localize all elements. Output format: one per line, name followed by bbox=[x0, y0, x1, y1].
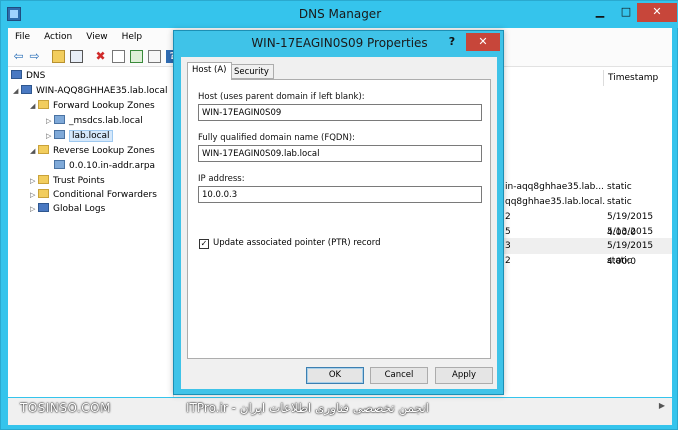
host-a-tab-panel: Host (uses parent domain if left blank):… bbox=[187, 79, 491, 359]
fqdn-label: Fully qualified domain name (FQDN): bbox=[198, 133, 355, 143]
properties-dialog: WIN-17EAGIN0S09 Properties ? ✕ Host (A) … bbox=[173, 30, 504, 395]
tree-item-dns[interactable]: DNS bbox=[11, 69, 45, 83]
update-ptr-checkbox[interactable]: ✓ bbox=[199, 239, 209, 249]
window-title: DNS Manager bbox=[298, 7, 382, 21]
tab-security[interactable]: Security bbox=[229, 64, 274, 79]
watermark-right: انجمن تخصصی فناوری اطلاعات ایران - ITPro… bbox=[186, 401, 429, 415]
collapse-arrow-icon[interactable]: ▷ bbox=[46, 129, 54, 143]
tree-item-lab-local[interactable]: ▷ lab.local bbox=[46, 129, 113, 143]
tree-item-msdcs[interactable]: ▷ _msdcs.lab.local bbox=[46, 114, 143, 128]
back-arrow-icon[interactable]: ⇦ bbox=[12, 50, 25, 63]
dialog-close-button[interactable]: ✕ bbox=[466, 33, 500, 51]
expand-arrow-icon[interactable]: ◢ bbox=[30, 144, 38, 158]
ip-address-label: IP address: bbox=[198, 174, 245, 184]
apply-button[interactable]: Apply bbox=[435, 367, 493, 384]
fqdn-input[interactable] bbox=[198, 145, 482, 162]
host-input[interactable] bbox=[198, 104, 482, 121]
update-ptr-label[interactable]: Update associated pointer (PTR) record bbox=[213, 238, 380, 248]
window-titlebar[interactable]: DNS Manager ▁ □ ✕ bbox=[1, 1, 678, 28]
ip-address-input[interactable] bbox=[198, 186, 482, 203]
dns-icon bbox=[11, 70, 22, 79]
logs-icon bbox=[38, 203, 49, 212]
maximize-button[interactable]: □ bbox=[613, 3, 639, 22]
collapse-arrow-icon[interactable]: ▷ bbox=[30, 174, 38, 188]
refresh-icon[interactable] bbox=[130, 50, 143, 63]
menu-help[interactable]: Help bbox=[115, 32, 150, 42]
tab-host-a[interactable]: Host (A) bbox=[187, 62, 232, 80]
collapse-arrow-icon[interactable]: ▷ bbox=[46, 114, 54, 128]
close-button[interactable]: ✕ bbox=[637, 3, 677, 22]
minimize-button[interactable]: ▁ bbox=[587, 3, 613, 22]
tree-item-reverse-zone[interactable]: 0.0.10.in-addr.arpa bbox=[54, 159, 155, 173]
tree-item-trust-points[interactable]: ▷ Trust Points bbox=[30, 174, 105, 188]
zone-icon bbox=[54, 130, 65, 139]
column-header-timestamp[interactable]: Timestamp bbox=[603, 70, 678, 86]
export-icon[interactable] bbox=[148, 50, 161, 63]
menu-view[interactable]: View bbox=[79, 32, 114, 42]
zone-icon bbox=[54, 160, 65, 169]
menu-file[interactable]: File bbox=[8, 32, 37, 42]
menu-action[interactable]: Action bbox=[37, 32, 79, 42]
folder-icon bbox=[38, 100, 49, 109]
scroll-right-icon[interactable]: ▶ bbox=[656, 401, 668, 413]
watermark-left: TOSINSO.COM bbox=[20, 401, 111, 415]
cancel-button[interactable]: Cancel bbox=[370, 367, 428, 384]
expand-arrow-icon[interactable]: ◢ bbox=[30, 99, 38, 113]
dialog-help-button[interactable]: ? bbox=[441, 33, 463, 51]
show-tree-icon[interactable] bbox=[70, 50, 83, 63]
collapse-arrow-icon[interactable]: ▷ bbox=[30, 202, 38, 216]
tree-item-server[interactable]: ◢ WIN-AQQ8GHHAE35.lab.local bbox=[13, 84, 167, 98]
zone-icon bbox=[54, 115, 65, 124]
up-folder-icon[interactable] bbox=[52, 50, 65, 63]
delete-icon[interactable]: ✖ bbox=[94, 50, 107, 63]
tree-item-global-logs[interactable]: ▷ Global Logs bbox=[30, 202, 105, 216]
collapse-arrow-icon[interactable]: ▷ bbox=[30, 188, 38, 202]
expand-arrow-icon[interactable]: ◢ bbox=[13, 84, 21, 98]
server-icon bbox=[21, 85, 32, 94]
folder-icon bbox=[38, 189, 49, 198]
tree-item-conditional-forwarders[interactable]: ▷ Conditional Forwarders bbox=[30, 188, 157, 202]
properties-icon[interactable] bbox=[112, 50, 125, 63]
folder-icon bbox=[38, 175, 49, 184]
forward-arrow-icon[interactable]: ⇨ bbox=[28, 50, 41, 63]
tree-item-forward-zones[interactable]: ◢ Forward Lookup Zones bbox=[30, 99, 155, 113]
dialog-body: Host (A) Security Host (uses parent doma… bbox=[181, 57, 497, 389]
ok-button[interactable]: OK bbox=[306, 367, 364, 384]
tree-item-reverse-zones[interactable]: ◢ Reverse Lookup Zones bbox=[30, 144, 155, 158]
host-label: Host (uses parent domain if left blank): bbox=[198, 92, 365, 102]
folder-icon bbox=[38, 145, 49, 154]
console-tree: DNS ◢ WIN-AQQ8GHHAE35.lab.local ◢ Forward … bbox=[8, 67, 174, 397]
